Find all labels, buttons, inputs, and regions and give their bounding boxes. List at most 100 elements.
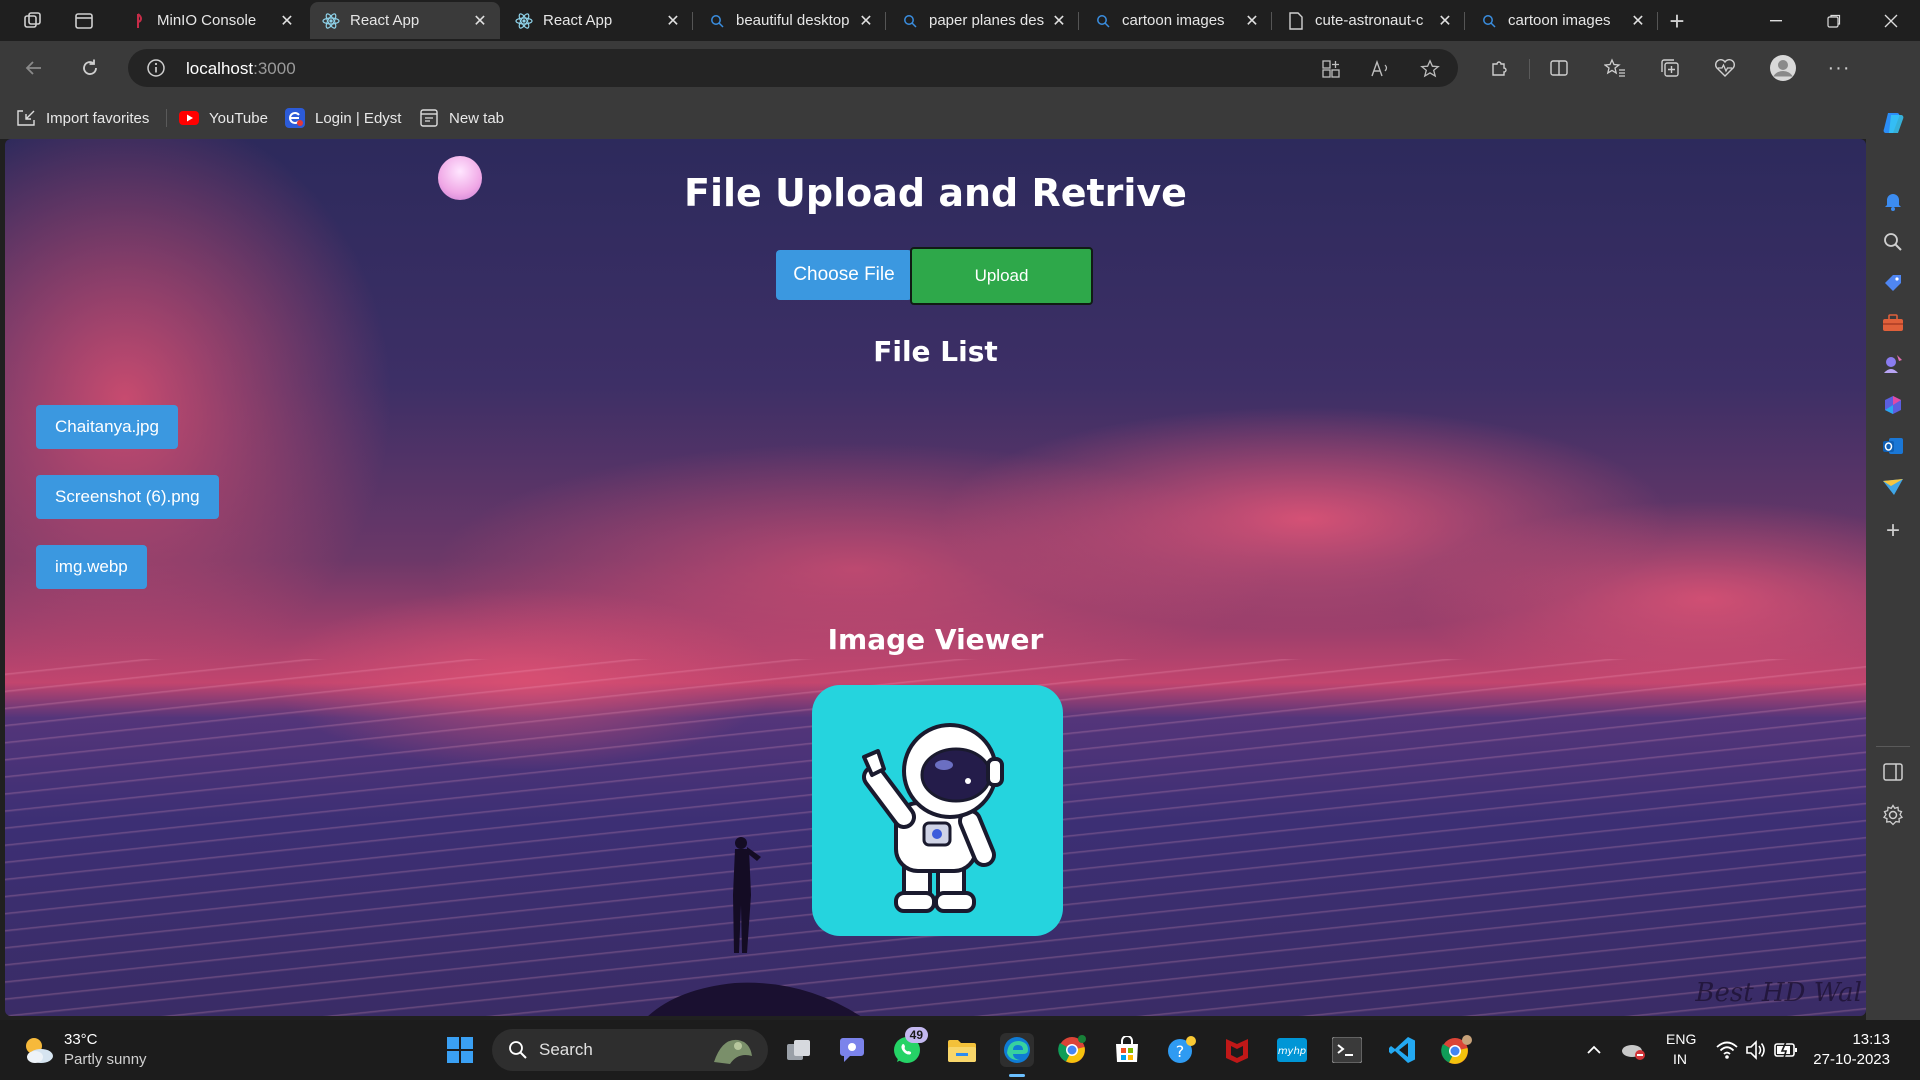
- close-icon[interactable]: ✕: [1626, 9, 1650, 33]
- new-tab-button[interactable]: +: [1664, 6, 1690, 36]
- task-view-icon[interactable]: [782, 1033, 816, 1067]
- close-icon[interactable]: ✕: [854, 9, 878, 33]
- volume-icon[interactable]: [1745, 1039, 1767, 1061]
- split-screen-icon[interactable]: [1546, 55, 1572, 81]
- close-icon[interactable]: ✕: [468, 9, 492, 33]
- mcafee-icon[interactable]: [1220, 1033, 1254, 1067]
- favorite-edyst[interactable]: Login | Edyst: [285, 107, 401, 129]
- outlook-icon[interactable]: [1881, 434, 1905, 458]
- edge-browser-icon[interactable]: [1000, 1033, 1034, 1067]
- drop-icon[interactable]: [1881, 475, 1905, 499]
- microsoft-365-icon[interactable]: [1881, 393, 1905, 417]
- hide-sidebar-icon[interactable]: [1881, 760, 1905, 784]
- games-icon[interactable]: [1881, 352, 1905, 376]
- tips-help-icon[interactable]: ?: [1165, 1033, 1199, 1067]
- add-sidebar-app-icon[interactable]: +: [1881, 517, 1905, 544]
- collections-icon[interactable]: [1657, 55, 1683, 81]
- new-tab-page-icon: [419, 108, 439, 128]
- tab-cartoon-images-1[interactable]: cartoon images ✕: [1082, 2, 1272, 39]
- search-icon: [708, 12, 726, 30]
- youtube-icon: [179, 108, 199, 128]
- tab-minio-console[interactable]: MinIO Console ✕: [117, 2, 307, 39]
- favorite-new-tab[interactable]: New tab: [419, 107, 504, 129]
- shopping-tag-icon[interactable]: [1881, 271, 1905, 295]
- terminal-icon[interactable]: [1330, 1033, 1364, 1067]
- restore-button[interactable]: [1805, 0, 1863, 41]
- file-explorer-icon[interactable]: [945, 1033, 979, 1067]
- react-icon: [515, 12, 533, 30]
- notifications-icon[interactable]: [1881, 189, 1905, 213]
- taskbar-search[interactable]: Search: [492, 1029, 768, 1071]
- favorite-import[interactable]: Import favorites: [16, 107, 149, 129]
- myhp-icon[interactable]: myhp: [1275, 1033, 1309, 1067]
- file-item-img-webp[interactable]: img.webp: [36, 545, 147, 589]
- whatsapp-unread-badge: 49: [904, 1027, 928, 1043]
- teams-chat-icon[interactable]: [835, 1033, 869, 1067]
- minio-icon: [129, 12, 147, 30]
- tab-cartoon-images-2[interactable]: cartoon images ✕: [1468, 2, 1658, 39]
- workspaces-icon[interactable]: [20, 8, 46, 34]
- url-text[interactable]: localhost:3000: [186, 59, 296, 79]
- profile-avatar[interactable]: [1768, 53, 1798, 83]
- close-icon[interactable]: ✕: [1240, 9, 1264, 33]
- close-window-button[interactable]: [1862, 0, 1920, 41]
- weather-icon[interactable]: [20, 1032, 56, 1068]
- tab-react-app-active[interactable]: React App ✕: [310, 2, 500, 39]
- search-icon[interactable]: [1881, 230, 1905, 254]
- clock-time[interactable]: 13:13: [1814, 1031, 1890, 1048]
- file-item-screenshot[interactable]: Screenshot (6).png: [36, 475, 219, 519]
- start-button[interactable]: [443, 1033, 477, 1067]
- close-icon[interactable]: ✕: [275, 9, 299, 33]
- search-highlight-icon: [714, 1039, 752, 1064]
- tools-icon[interactable]: [1881, 311, 1905, 335]
- tab-actions-icon[interactable]: [71, 8, 97, 34]
- minimize-button[interactable]: [1747, 0, 1805, 41]
- search-icon: [1480, 12, 1498, 30]
- vscode-icon[interactable]: [1385, 1033, 1419, 1067]
- microsoft-store-icon[interactable]: [1110, 1033, 1144, 1067]
- input-language-top[interactable]: ENG: [1666, 1031, 1696, 1047]
- omnibox[interactable]: localhost:3000: [128, 49, 1458, 87]
- weather-desc[interactable]: Partly sunny: [64, 1051, 147, 1068]
- svg-text:myhp: myhp: [1278, 1046, 1306, 1057]
- svg-text:?: ?: [1176, 1042, 1185, 1061]
- whatsapp-icon[interactable]: 49: [890, 1027, 928, 1067]
- more-options-icon[interactable]: ···: [1826, 55, 1852, 81]
- input-language-bottom[interactable]: IN: [1666, 1051, 1694, 1067]
- extensions-icon[interactable]: [1486, 55, 1512, 81]
- favorite-youtube[interactable]: YouTube: [179, 107, 268, 129]
- favorites-icon[interactable]: [1602, 55, 1628, 81]
- refresh-button[interactable]: [76, 54, 104, 82]
- watermark: Best HD Wal: [1695, 978, 1862, 1008]
- search-icon: [1094, 12, 1112, 30]
- page-viewport: Best HD Wal File Upload and Retrive Choo…: [5, 139, 1866, 1016]
- favorite-star-icon[interactable]: [1419, 58, 1441, 80]
- onedrive-offline-icon[interactable]: [1620, 1038, 1646, 1062]
- clock-date[interactable]: 27-10-2023: [1794, 1051, 1890, 1068]
- read-aloud-icon[interactable]: [1370, 58, 1392, 80]
- file-item-chaitanya[interactable]: Chaitanya.jpg: [36, 405, 178, 449]
- tab-strip: MinIO Console ✕ React App ✕ React App ✕ …: [0, 0, 1920, 41]
- tab-react-app[interactable]: React App ✕: [503, 2, 693, 39]
- browser-essentials-icon[interactable]: [1712, 55, 1738, 81]
- tab-paper-planes[interactable]: paper planes des ✕: [889, 2, 1079, 39]
- file-list-title: File List: [873, 335, 998, 368]
- chevron-up-icon[interactable]: [1584, 1040, 1604, 1060]
- wifi-icon[interactable]: [1716, 1039, 1738, 1061]
- choose-file-button[interactable]: Choose File: [776, 250, 912, 300]
- upload-button[interactable]: Upload: [910, 247, 1093, 305]
- back-button[interactable]: [20, 54, 48, 82]
- chrome-icon[interactable]: [1055, 1033, 1089, 1067]
- chrome-profile-icon[interactable]: [1440, 1033, 1474, 1067]
- info-icon[interactable]: [146, 58, 166, 78]
- weather-temp[interactable]: 33°C: [64, 1031, 98, 1048]
- close-icon[interactable]: ✕: [1433, 9, 1457, 33]
- close-icon[interactable]: ✕: [1047, 9, 1071, 33]
- copilot-icon[interactable]: [1878, 108, 1908, 138]
- document-icon: [1287, 11, 1305, 30]
- close-icon[interactable]: ✕: [661, 9, 685, 33]
- app-available-icon[interactable]: [1320, 58, 1342, 80]
- tab-cute-astronaut[interactable]: cute-astronaut-c ✕: [1275, 2, 1465, 39]
- settings-gear-icon[interactable]: [1881, 803, 1905, 827]
- tab-beautiful-desktop[interactable]: beautiful desktop ✕: [696, 2, 886, 39]
